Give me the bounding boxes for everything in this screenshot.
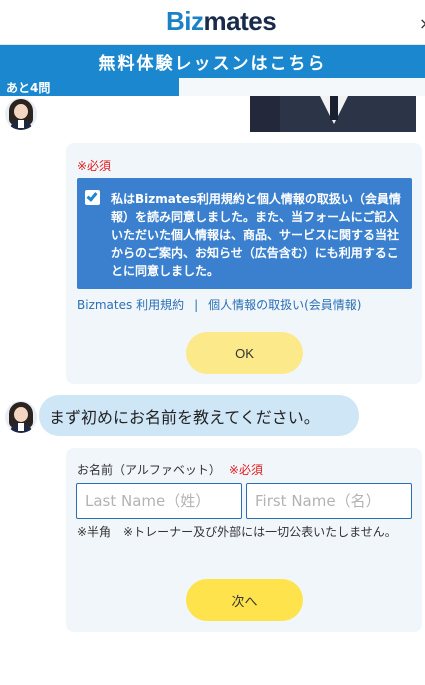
consent-text: 私はBizmates利用規約と個人情報の取扱い（会員情報）を読み同意しました。ま…	[111, 192, 401, 278]
close-icon[interactable]: ×	[419, 14, 425, 33]
consent-checkbox-row[interactable]: 私はBizmates利用規約と個人情報の取扱い（会員情報）を読み同意しました。ま…	[77, 178, 412, 289]
last-name-input[interactable]	[76, 483, 242, 519]
terms-link[interactable]: Bizmates 利用規約	[77, 298, 184, 312]
required-label: ※必須	[77, 159, 112, 173]
progress-bar: あと4問	[0, 78, 425, 96]
trainer-avatar	[5, 98, 37, 130]
logo-biz: Biz	[166, 6, 204, 36]
ok-button[interactable]: OK	[186, 332, 303, 374]
name-field-label: お名前（アルファベット） ※必須	[77, 461, 263, 478]
policy-links: Bizmates 利用規約 | 個人情報の取扱い(会員情報)	[77, 296, 362, 313]
bizmates-logo: Bizmates	[166, 6, 277, 37]
logo-mates: mates	[203, 6, 277, 36]
chat-bubble-question: まず初めにお名前を教えてください。	[39, 395, 359, 436]
header: Bizmates ×	[0, 0, 425, 44]
free-trial-banner[interactable]: 無料体験レッスンはこちら	[0, 44, 425, 78]
link-separator: |	[194, 298, 199, 312]
trainer-photo	[250, 96, 416, 132]
name-label-text: お名前（アルファベット）	[77, 463, 221, 477]
privacy-link[interactable]: 個人情報の取扱い(会員情報)	[208, 298, 361, 312]
check-icon	[86, 190, 98, 202]
first-name-input[interactable]	[246, 483, 412, 519]
trainer-avatar	[5, 401, 37, 433]
name-note: ※半角 ※トレーナー及び外部には一切公表いたしません。	[77, 525, 397, 539]
required-label: ※必須	[228, 463, 263, 477]
next-button[interactable]: 次へ	[186, 579, 303, 621]
consent-checkbox[interactable]	[85, 190, 100, 205]
progress-label: あと4問	[6, 81, 51, 95]
